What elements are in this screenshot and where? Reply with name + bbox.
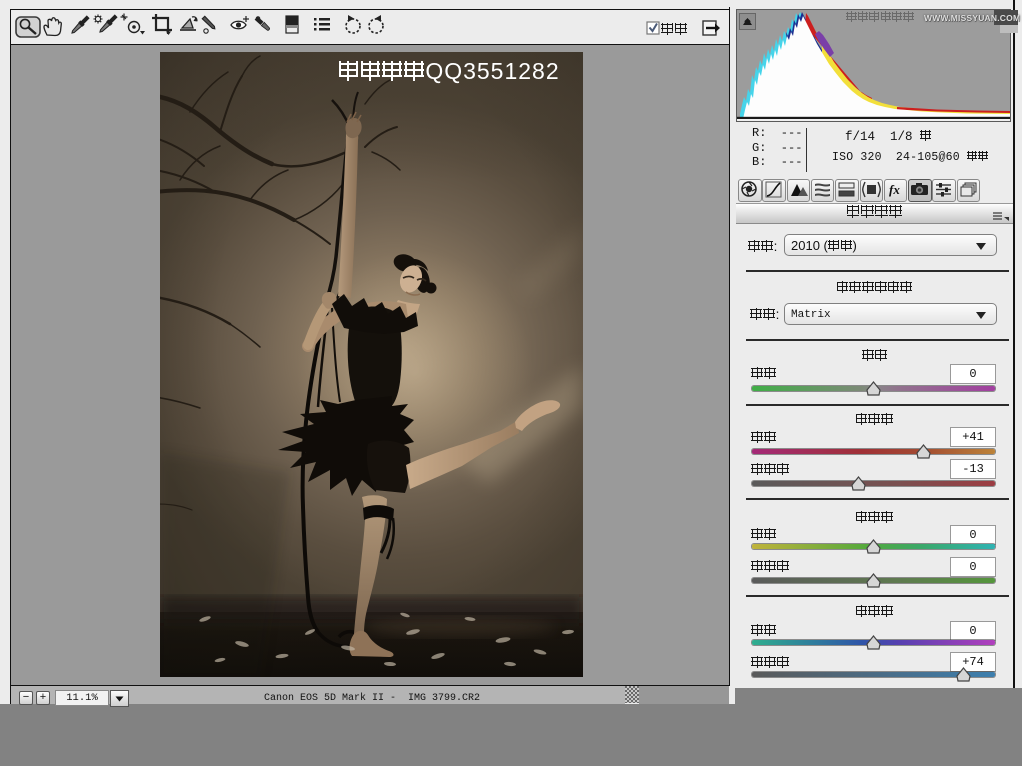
svg-text:fx: fx bbox=[889, 182, 900, 197]
